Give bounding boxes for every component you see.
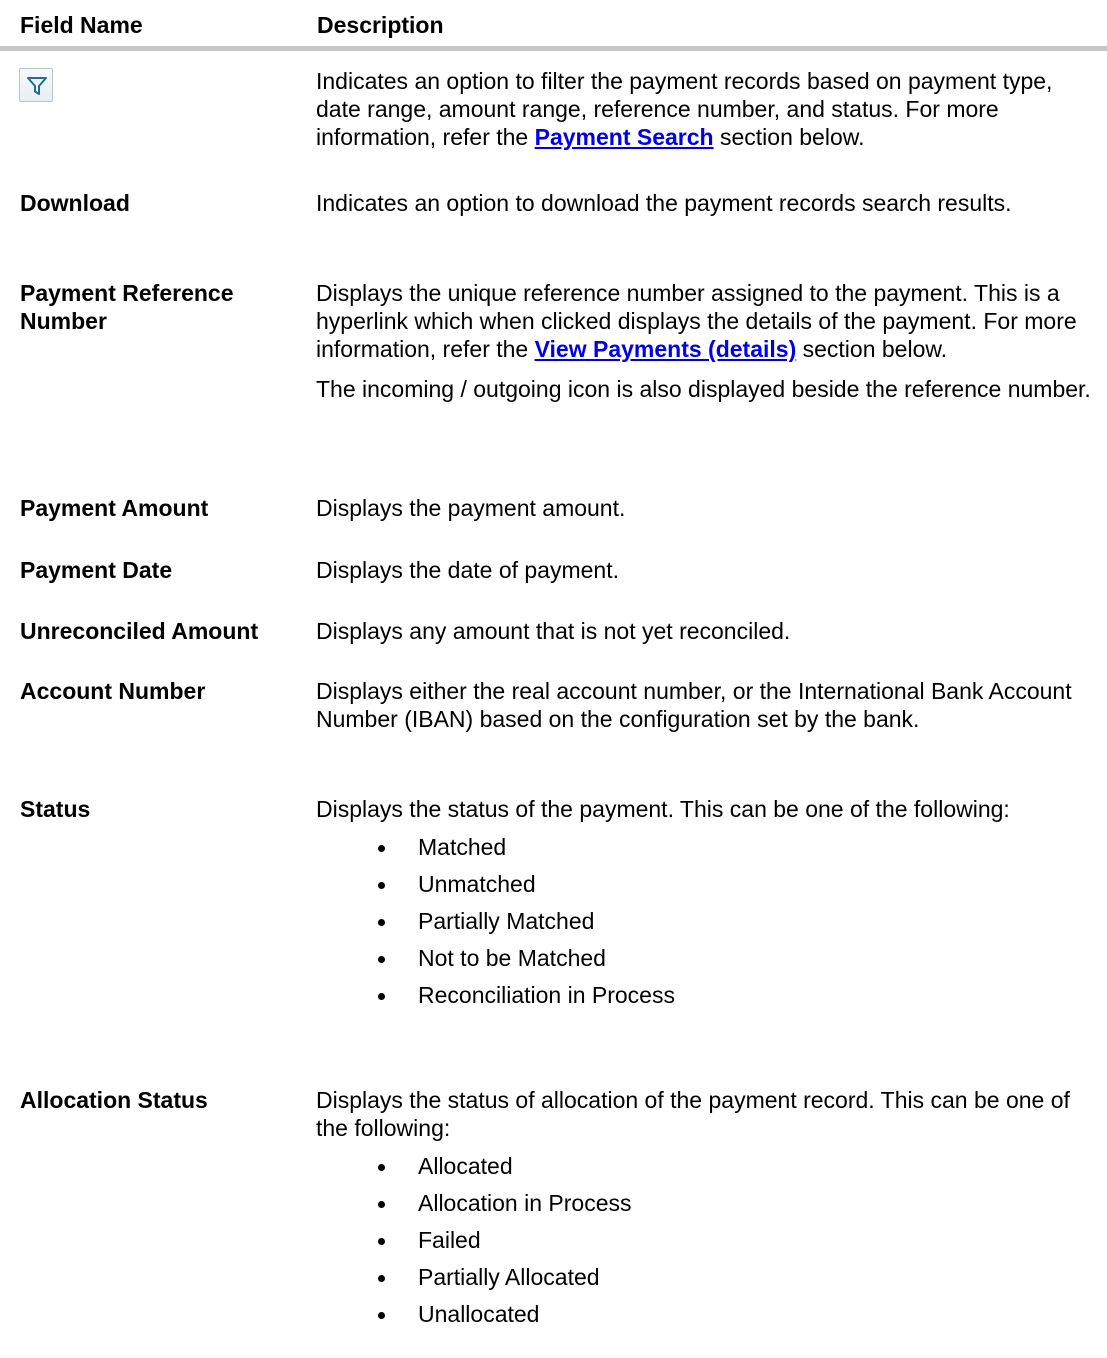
list-item: Unmatched [316, 866, 1096, 903]
bullet [378, 956, 385, 963]
list-item: Partially Matched [316, 903, 1096, 940]
list-item: Allocation in Process [316, 1185, 1096, 1222]
field-name: Payment Reference Number [20, 280, 234, 334]
list-item: Partially Allocated [316, 1259, 1096, 1296]
filter-icon[interactable] [19, 68, 53, 102]
field-name: Status [20, 796, 91, 822]
field-description: Indicates an option to download the paym… [316, 190, 1012, 216]
list-item: Matched [316, 829, 1096, 866]
status-list: Matched Unmatched Partially Matched Not … [316, 829, 1096, 1014]
column-header-description: Description [317, 12, 444, 38]
list-item: Reconciliation in Process [316, 977, 1096, 1014]
bullet [378, 882, 385, 889]
field-name: Download [20, 190, 130, 216]
bullet [378, 845, 385, 852]
bullet [378, 1312, 385, 1319]
payment-search-link[interactable]: Payment Search [535, 124, 714, 150]
bullet [378, 1238, 385, 1245]
field-description: Displays the unique reference number ass… [316, 279, 1096, 403]
list-item: Allocated [316, 1148, 1096, 1185]
view-payments-link[interactable]: View Payments (details) [535, 336, 797, 362]
field-name: Payment Date [20, 557, 173, 583]
field-description: Displays either the real account number,… [316, 678, 1072, 732]
bullet [378, 993, 385, 1000]
list-item: Failed [316, 1222, 1096, 1259]
bullet [378, 1164, 385, 1171]
bullet [378, 919, 385, 926]
bullet [378, 1201, 385, 1208]
field-name: Unreconciled Amount [20, 618, 259, 644]
field-description: Displays the status of allocation of the… [316, 1086, 1096, 1333]
field-description: Displays the payment amount. [316, 495, 626, 521]
table-header: Field Name Description [0, 0, 1107, 47]
field-name: Payment Amount [20, 495, 209, 521]
list-item: Not to be Matched [316, 940, 1096, 977]
list-item: Unallocated [316, 1296, 1096, 1333]
field-description: Displays the status of the payment. This… [316, 795, 1096, 1014]
allocation-status-list: Allocated Allocation in Process Failed P… [316, 1148, 1096, 1333]
filter-description: Indicates an option to filter the paymen… [316, 68, 1053, 150]
column-header-field-name: Field Name [20, 12, 143, 38]
field-name: Account Number [20, 678, 206, 704]
reference-note: The incoming / outgoing icon is also dis… [316, 376, 1091, 402]
header-divider [0, 46, 1107, 51]
field-name: Allocation Status [20, 1087, 208, 1113]
bullet [378, 1275, 385, 1282]
field-description: Displays the date of payment. [316, 557, 619, 583]
field-description: Displays any amount that is not yet reco… [316, 618, 791, 644]
